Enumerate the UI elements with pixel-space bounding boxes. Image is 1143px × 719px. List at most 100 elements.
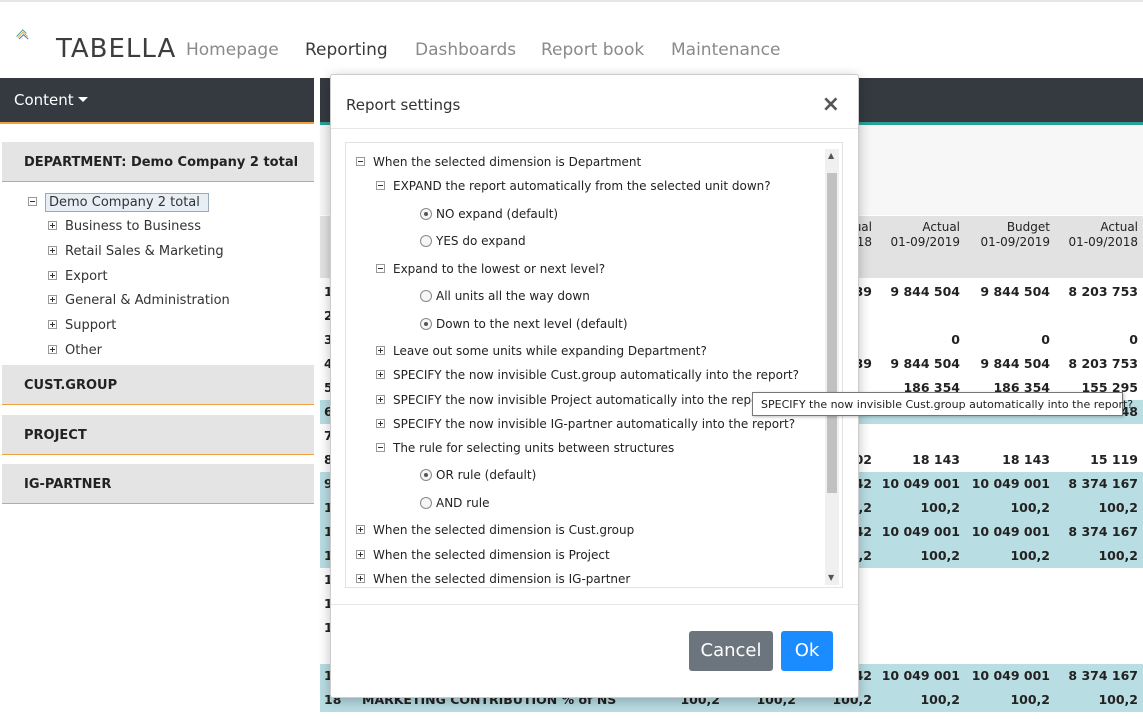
expand-icon[interactable] [48, 221, 57, 230]
option-leave-out[interactable]: Leave out some units while expanding Dep… [376, 344, 707, 358]
tree-item-general-administration[interactable]: General & Administration [48, 293, 230, 308]
radio-all-units[interactable]: All units all the way down [420, 289, 590, 303]
table-cell: 9 844 504 [890, 284, 960, 299]
collapse-icon[interactable] [376, 443, 385, 452]
expand-icon[interactable] [48, 345, 57, 354]
radio-or-rule[interactable]: OR rule (default) [420, 468, 536, 482]
tree-item-label: Business to Business [65, 219, 201, 234]
expand-icon[interactable] [48, 271, 57, 280]
table-cell: 10 049 001 [971, 476, 1050, 491]
option-dim-cust-group[interactable]: When the selected dimension is Cust.grou… [356, 523, 634, 537]
expand-icon[interactable] [356, 550, 365, 559]
table-cell: 18 143 [912, 452, 960, 467]
tooltip: SPECIFY the now invisible Cust.group aut… [752, 392, 1133, 416]
ig-partner-dimension-header[interactable]: IG-PARTNER [2, 464, 314, 504]
expand-icon[interactable] [376, 419, 385, 428]
left-panel: Content DEPARTMENT: Demo Company 2 total… [0, 78, 314, 719]
radio-selected-icon[interactable] [420, 469, 432, 481]
radio-icon[interactable] [420, 290, 432, 302]
table-cell: 100,2 [1010, 500, 1050, 515]
report-settings-dialog: Report settings × When the selected dime… [330, 74, 859, 698]
scroll-down-icon[interactable]: ▼ [828, 573, 834, 582]
dimension-label: PROJECT [24, 428, 87, 443]
expand-icon[interactable] [48, 320, 57, 329]
table-cell: 9 844 504 [980, 284, 1050, 299]
radio-icon[interactable] [420, 235, 432, 247]
table-cell: 8 374 167 [1068, 476, 1138, 491]
expand-icon[interactable] [356, 574, 365, 583]
expand-icon[interactable] [376, 370, 385, 379]
option-dim-project[interactable]: When the selected dimension is Project [356, 548, 610, 562]
option-dim-ig-partner[interactable]: When the selected dimension is IG-partne… [356, 572, 630, 586]
radio-no-expand[interactable]: NO expand (default) [420, 207, 558, 221]
department-header-label: DEPARTMENT: Demo Company 2 total [24, 155, 299, 170]
radio-yes-expand[interactable]: YES do expand [420, 234, 526, 248]
expand-icon[interactable] [376, 395, 385, 404]
tree-item-label: Other [65, 343, 102, 358]
table-cell: 9 844 504 [890, 356, 960, 371]
nav-dashboards[interactable]: Dashboards [415, 40, 516, 60]
expand-icon[interactable] [48, 246, 57, 255]
nav-maintenance[interactable]: Maintenance [671, 40, 780, 60]
option-specify-project[interactable]: SPECIFY the now invisible Project automa… [376, 393, 774, 407]
caret-down-icon [77, 97, 88, 102]
option-specify-cust-group[interactable]: SPECIFY the now invisible Cust.group aut… [376, 368, 799, 382]
table-cell: 8 203 753 [1068, 284, 1138, 299]
tree-item-label: Support [65, 318, 117, 333]
collapse-icon[interactable] [356, 157, 365, 166]
cust-group-dimension-header[interactable]: CUST.GROUP [2, 365, 314, 405]
table-cell: ,2 [858, 500, 872, 515]
close-icon[interactable]: × [822, 94, 840, 116]
expand-icon[interactable] [356, 525, 365, 534]
nav-report-book[interactable]: Report book [541, 40, 644, 60]
content-menu-label: Content [14, 91, 74, 109]
table-cell: 10 049 001 [881, 668, 960, 683]
table-cell: 8 374 167 [1068, 668, 1138, 683]
table-cell: 100,2 [1098, 692, 1138, 707]
expand-icon[interactable] [48, 295, 57, 304]
cancel-button[interactable]: Cancel [689, 631, 773, 671]
radio-selected-icon[interactable] [420, 318, 432, 330]
table-cell: 9 844 504 [980, 356, 1050, 371]
tree-item-business-to-business[interactable]: Business to Business [48, 219, 201, 234]
department-dimension-header[interactable]: DEPARTMENT: Demo Company 2 total [2, 142, 314, 182]
tree-item-support[interactable]: Support [48, 318, 116, 333]
radio-icon[interactable] [420, 497, 432, 509]
tree-item-label: Export [65, 269, 108, 284]
column-header: Actual 01-09/2019 [890, 220, 960, 249]
collapse-icon[interactable] [376, 181, 385, 190]
option-rule-question[interactable]: The rule for selecting units between str… [376, 441, 674, 455]
option-expand-question[interactable]: EXPAND the report automatically from the… [376, 179, 771, 193]
scrollbar-thumb[interactable] [827, 173, 837, 493]
table-cell: 10 049 001 [881, 524, 960, 539]
scroll-up-icon[interactable]: ▲ [828, 151, 834, 160]
ok-button[interactable]: Ok [781, 631, 833, 671]
option-lowest-question[interactable]: Expand to the lowest or next level? [376, 262, 605, 276]
table-cell: 8 374 167 [1068, 524, 1138, 539]
option-specify-ig-partner[interactable]: SPECIFY the now invisible IG-partner aut… [376, 417, 795, 431]
tree-item-other[interactable]: Other [48, 343, 102, 358]
tree-item-export[interactable]: Export [48, 269, 108, 284]
column-header: Actual 01-09/2018 [1068, 220, 1138, 249]
tree-item-retail-sales[interactable]: Retail Sales & Marketing [48, 244, 224, 259]
table-cell: 18 143 [1002, 452, 1050, 467]
table-cell: 0 [951, 332, 960, 347]
dimension-label: CUST.GROUP [24, 378, 118, 393]
tree-root[interactable]: Demo Company 2 total [28, 193, 209, 212]
nav-homepage[interactable]: Homepage [186, 40, 279, 60]
radio-next-level[interactable]: Down to the next level (default) [420, 317, 628, 331]
radio-and-rule[interactable]: AND rule [420, 496, 490, 510]
table-cell: 10 049 001 [971, 668, 1050, 683]
project-dimension-header[interactable]: PROJECT [2, 415, 314, 455]
table-cell: 100,2 [920, 548, 960, 563]
tree-root-label[interactable]: Demo Company 2 total [45, 193, 209, 212]
collapse-icon[interactable] [376, 264, 385, 273]
nav-reporting[interactable]: Reporting [305, 40, 388, 60]
divider [331, 128, 858, 129]
collapse-icon[interactable] [28, 197, 37, 206]
option-dept[interactable]: When the selected dimension is Departmen… [356, 155, 641, 169]
table-cell: 100,2 [920, 692, 960, 707]
expand-icon[interactable] [376, 346, 385, 355]
content-menu-button[interactable]: Content [0, 78, 314, 122]
radio-selected-icon[interactable] [420, 208, 432, 220]
